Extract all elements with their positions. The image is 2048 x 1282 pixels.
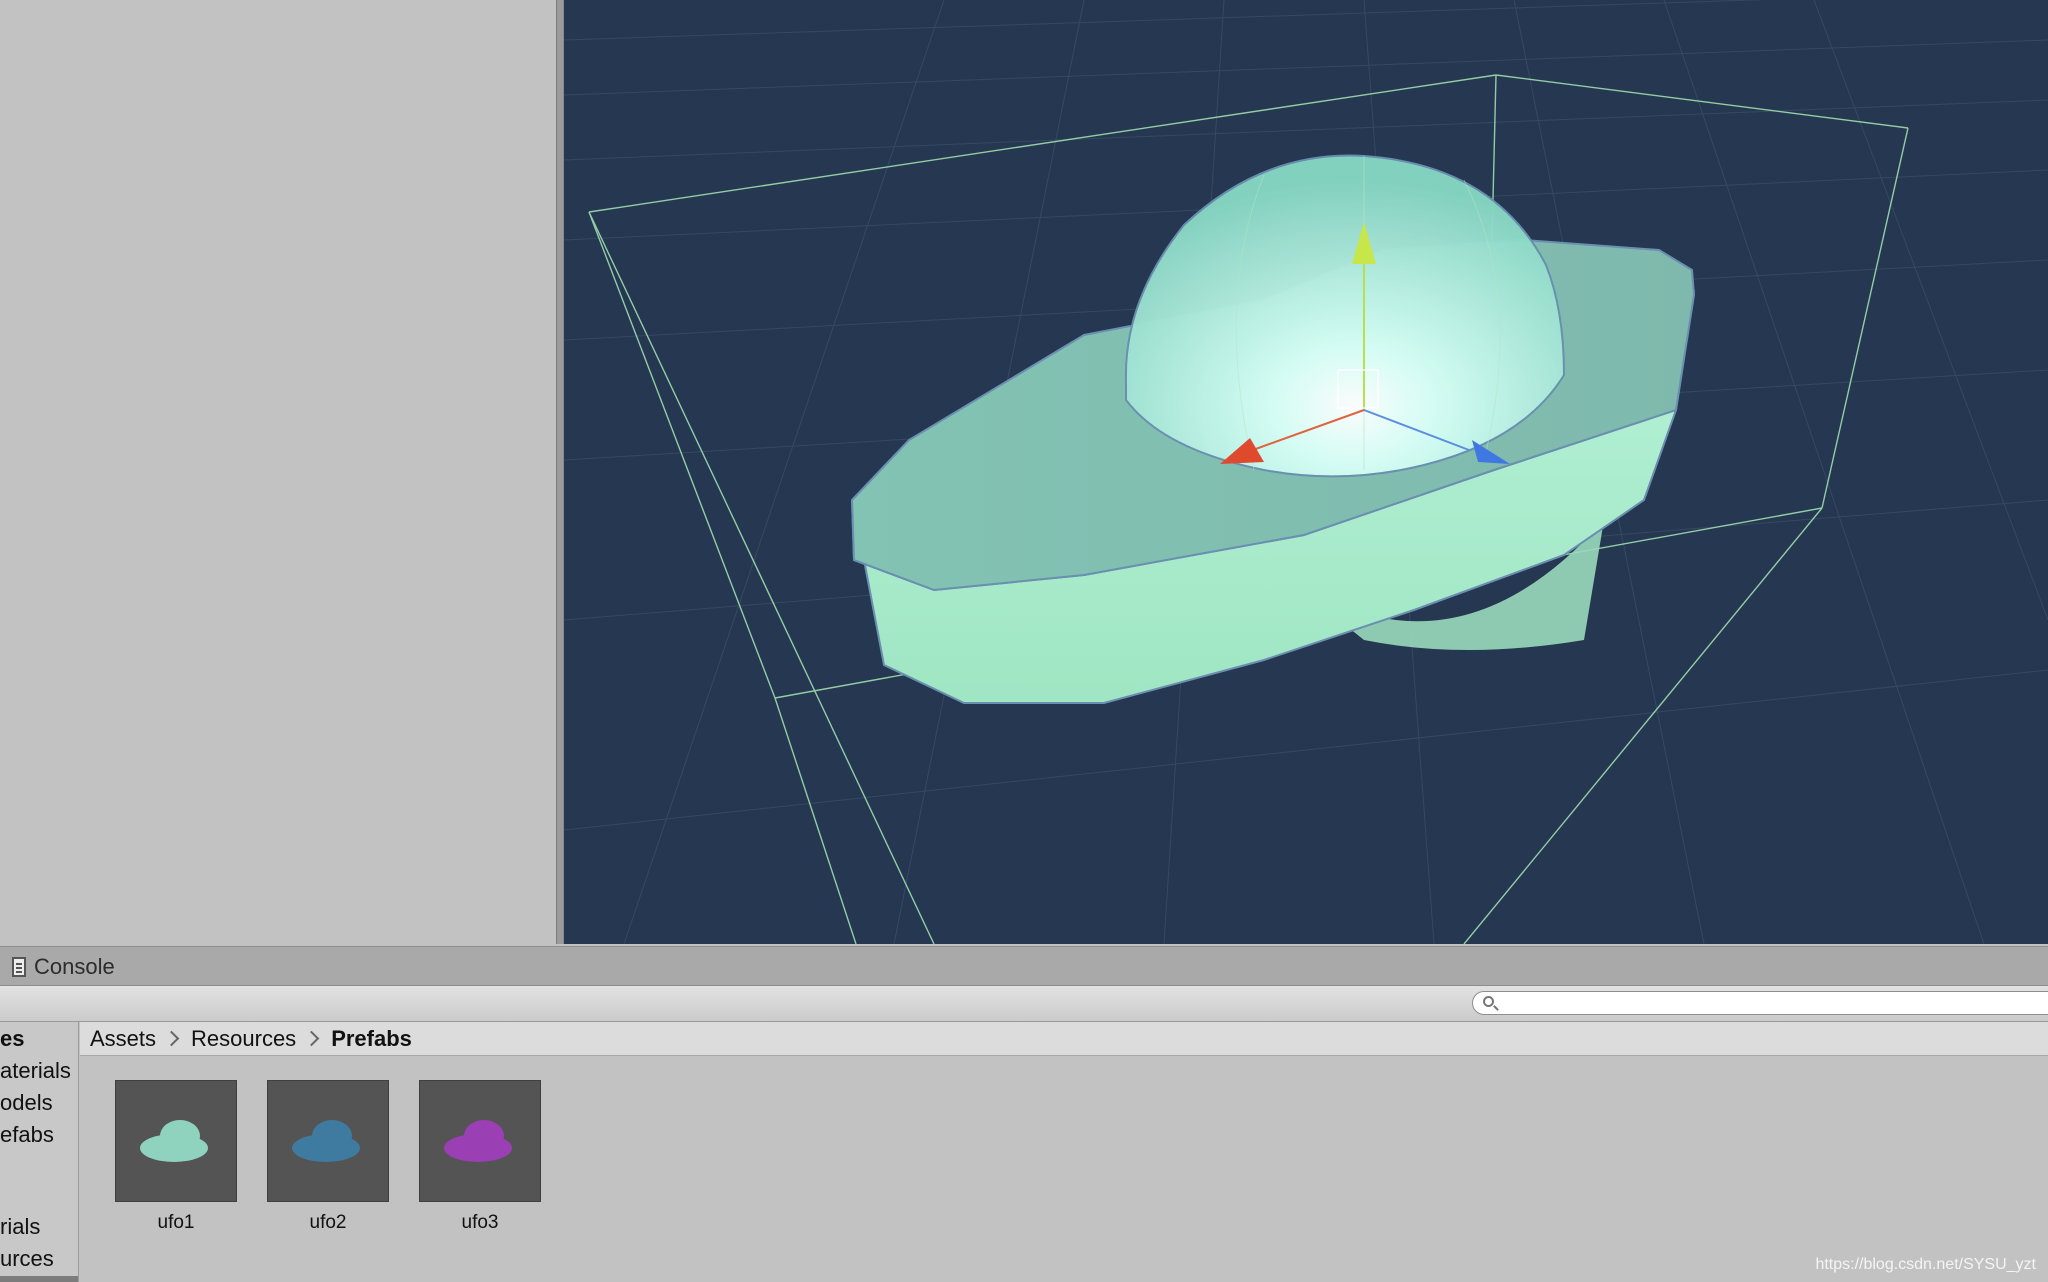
breadcrumb-prefabs[interactable]: Prefabs bbox=[331, 1026, 412, 1052]
tree-selection-indicator bbox=[0, 1276, 78, 1282]
tree-item-prefabs[interactable]: efabs bbox=[0, 1122, 78, 1148]
scene-view[interactable] bbox=[564, 0, 2048, 944]
ufo-icon-dome bbox=[312, 1120, 352, 1152]
project-toolbar bbox=[0, 986, 2048, 1022]
tree-item-materials[interactable]: aterials bbox=[0, 1058, 78, 1084]
asset-label: ufo1 bbox=[157, 1212, 195, 1233]
folder-tree: es aterials odels efabs rials urces bbox=[0, 1022, 79, 1282]
asset-grid: ufo1 ufo2 ufo3 bbox=[80, 1056, 2048, 1282]
console-tab[interactable]: Console bbox=[12, 947, 115, 987]
scene-canvas[interactable] bbox=[564, 0, 2048, 944]
ufo3-thumbnail[interactable] bbox=[419, 1080, 541, 1202]
console-tab-bar: Console bbox=[0, 946, 2048, 986]
panel-splitter[interactable] bbox=[556, 0, 564, 944]
ufo2-thumbnail[interactable] bbox=[267, 1080, 389, 1202]
tree-item-resources[interactable]: urces bbox=[0, 1246, 78, 1272]
asset-item-ufo1[interactable]: ufo1 bbox=[114, 1080, 238, 1234]
asset-label: ufo3 bbox=[461, 1212, 499, 1233]
tree-item-models[interactable]: odels bbox=[0, 1090, 78, 1116]
asset-label: ufo2 bbox=[309, 1212, 347, 1233]
breadcrumb-assets[interactable]: Assets bbox=[90, 1026, 156, 1052]
search-input[interactable] bbox=[1472, 991, 2048, 1015]
hierarchy-panel bbox=[0, 0, 556, 944]
search-icon bbox=[1483, 996, 1494, 1007]
ufo-icon-dome bbox=[160, 1120, 200, 1152]
tree-item-resources-root[interactable]: es bbox=[0, 1026, 78, 1052]
ufo1-thumbnail[interactable] bbox=[115, 1080, 237, 1202]
asset-item-ufo2[interactable]: ufo2 bbox=[266, 1080, 390, 1234]
chevron-right-icon bbox=[163, 1030, 180, 1047]
console-icon bbox=[12, 957, 26, 977]
ufo-model[interactable] bbox=[850, 154, 1696, 704]
ufo-icon-dome bbox=[464, 1120, 504, 1152]
watermark: https://blog.csdn.net/SYSU_yzt bbox=[1815, 1256, 2036, 1273]
breadcrumb-resources[interactable]: Resources bbox=[191, 1026, 296, 1052]
chevron-right-icon bbox=[303, 1030, 320, 1047]
tree-item-materials-2[interactable]: rials bbox=[0, 1214, 78, 1240]
console-tab-label: Console bbox=[34, 954, 115, 979]
breadcrumb: Assets Resources Prefabs bbox=[80, 1022, 2048, 1056]
asset-item-ufo3[interactable]: ufo3 bbox=[418, 1080, 542, 1234]
